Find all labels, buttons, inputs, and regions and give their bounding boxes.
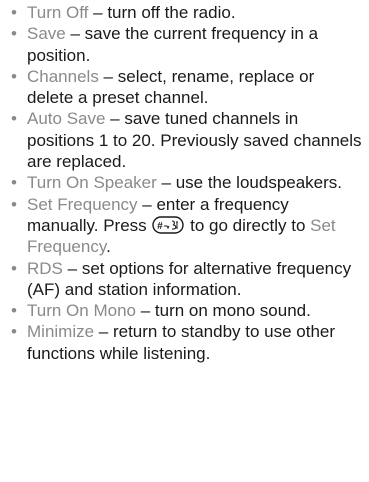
option-description: use the loudspeakers. [175,173,343,193]
separator: – [156,173,176,193]
option-term: Turn On Mono [27,301,136,321]
option-term: Turn Off [27,3,89,22]
option-term: RDS [27,258,63,278]
list-item-channels: • Channels – select, rename, replace or … [6,66,363,109]
separator: – [105,109,125,129]
option-term: Save [27,24,66,44]
bullet: • [11,173,17,193]
option-term: Minimize [27,322,95,342]
option-description: turn off the radio. [107,3,236,22]
bullet: • [11,109,17,129]
separator: – [65,24,85,44]
option-term: Set Frequency [27,194,138,214]
bullet: • [11,258,17,278]
list-item-rds: • RDS – set options for alternative freq… [6,258,363,301]
list-item-set-frequency: • Set Frequency – enter a frequency manu… [6,194,363,258]
bullet: • [11,24,17,44]
option-description-continued: to go directly to [185,215,311,235]
option-term: Channels [27,66,99,86]
option-term: Turn On Speaker [27,173,157,193]
bullet: • [11,3,17,22]
hash-key-icon: # [152,216,185,234]
list-item-minimize: • Minimize – return to standby to use ot… [6,321,363,364]
hash-key-label: # [157,221,163,232]
option-description: turn on mono sound. [154,301,311,321]
list-item-turn-on-mono: • Turn On Mono – turn on mono sound. [6,300,363,321]
list-item-auto-save: • Auto Save – save tuned channels in pos… [6,108,363,172]
separator: – [62,258,82,278]
separator: – [98,66,118,86]
separator: – [88,3,108,22]
bullet: • [11,66,17,86]
bullet: • [11,301,17,321]
separator: – [135,301,155,321]
separator: – [94,322,113,342]
sentence-end: . [106,237,111,257]
bullet: • [11,322,17,342]
option-term: Auto Save [27,109,106,129]
separator: – [137,194,157,214]
document-page: • Turn Off – turn off the radio. • Save … [0,0,369,482]
list-item-turn-off: • Turn Off – turn off the radio. [6,2,363,23]
list-item-turn-on-speaker: • Turn On Speaker – use the loudspeakers… [6,172,363,193]
menu-options-list: • Turn Off – turn off the radio. • Save … [6,2,363,364]
list-item-save: • Save – save the current frequency in a… [6,23,363,66]
bullet: • [11,194,17,214]
